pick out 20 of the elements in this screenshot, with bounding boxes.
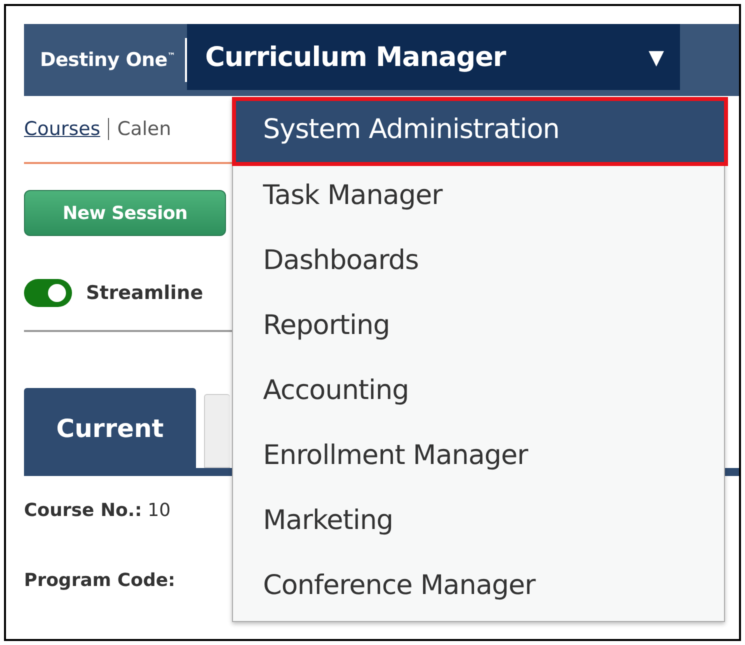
toggle-switch[interactable]	[24, 279, 72, 307]
menu-item[interactable]: Enrollment Manager	[233, 426, 724, 491]
menu-item[interactable]: Dashboards	[233, 231, 724, 296]
menu-item[interactable]: Reporting	[233, 296, 724, 361]
nav-link[interactable]: Courses	[24, 118, 100, 140]
menu-item[interactable]: Conference Manager	[233, 556, 724, 621]
nav-link[interactable]: Calen	[117, 118, 172, 140]
module-selector[interactable]: Curriculum Manager ▼	[187, 24, 680, 90]
menu-item[interactable]: System Administration	[232, 97, 728, 166]
tab[interactable]: Current	[24, 388, 196, 468]
menu-item[interactable]: Marketing	[233, 491, 724, 556]
menu-item[interactable]: Accounting	[233, 361, 724, 426]
separator-bar	[108, 118, 110, 140]
caret-icon: ▼	[648, 45, 664, 69]
field-label: Course No.: 10	[24, 500, 171, 523]
field-label: Program Code:	[24, 570, 176, 593]
toggle-label: Streamline	[86, 282, 204, 304]
module-title: Curriculum Manager	[205, 42, 506, 72]
menu-item[interactable]: Task Manager	[233, 166, 724, 231]
brand-name: Destiny One$^{™}$	[39, 49, 176, 71]
